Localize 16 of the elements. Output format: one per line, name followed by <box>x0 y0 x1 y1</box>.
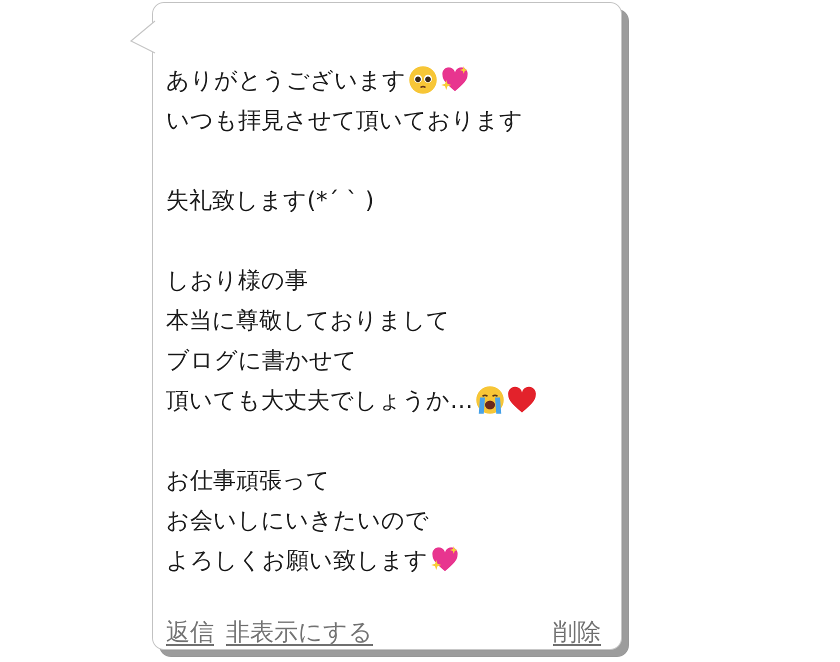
action-link[interactable]: 非表示にする <box>226 616 373 648</box>
message-text: ブログに書かせて <box>166 346 357 376</box>
message-text: よろしくお願い致します <box>166 546 428 576</box>
message-text: お仕事頑張って <box>166 466 330 496</box>
message-text: 頂いても大丈夫でしょうか… <box>166 386 473 416</box>
message-text: ありがとうございます <box>166 66 406 96</box>
message-text: 本当に尊敬しておりまして <box>166 306 450 336</box>
message-text: いつも拝見させて頂いております <box>166 106 523 136</box>
pleading-face-icon <box>408 65 438 95</box>
message-text: お会いしにいきたいので <box>166 506 429 536</box>
action-link[interactable]: 削除 <box>553 616 601 648</box>
crying-face-icon <box>475 385 505 415</box>
message-text: 失礼致します(*´ ` ) <box>166 186 374 216</box>
message-text: しおり様の事 <box>166 266 308 296</box>
action-link[interactable]: 返信 <box>166 616 214 648</box>
heart-icon <box>507 385 537 415</box>
